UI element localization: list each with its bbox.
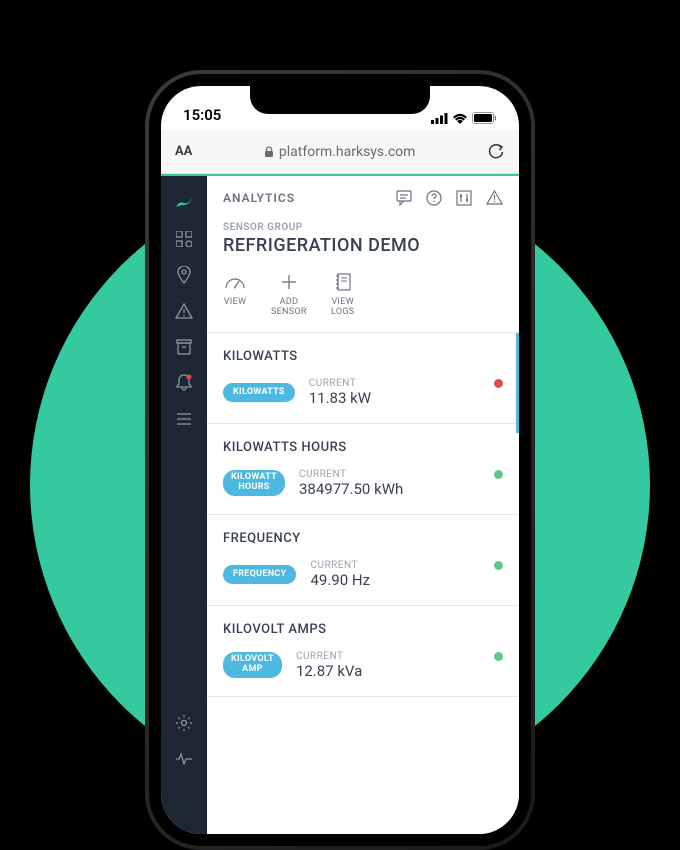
- sensor-tag: FREQUENCY: [223, 565, 296, 584]
- archive-icon[interactable]: [169, 332, 199, 362]
- sensor-tag: KILOWATTS: [223, 383, 295, 402]
- battery-icon: [472, 112, 497, 124]
- sidebar: [161, 176, 207, 834]
- view-action[interactable]: VIEW: [223, 270, 247, 318]
- list-icon[interactable]: [169, 404, 199, 434]
- sensor-title: KILOVOLT AMPS: [223, 622, 503, 637]
- url-display[interactable]: platform.harksys.com: [264, 144, 416, 160]
- text-size-control[interactable]: AA: [175, 144, 192, 159]
- activity-icon[interactable]: [169, 744, 199, 774]
- sensor-title: KILOWATTS HOURS: [223, 440, 503, 455]
- sensor-card[interactable]: KILOWATTS KILOWATTS CURRENT 11.83 kW: [207, 333, 519, 424]
- logo-icon[interactable]: [169, 188, 199, 218]
- sensor-tag: KILOWATT HOURS: [223, 470, 285, 496]
- reload-icon[interactable]: [487, 143, 505, 161]
- controls-icon[interactable]: [456, 190, 472, 206]
- location-icon[interactable]: [169, 260, 199, 290]
- add-label: ADD SENSOR: [271, 298, 307, 318]
- app-content: ANALYTICS SENSOR GROUP REFRIGERATION DEM…: [161, 174, 519, 834]
- sensor-title: FREQUENCY: [223, 531, 503, 546]
- logs-icon: [331, 270, 355, 294]
- sensor-title: KILOWATTS: [223, 349, 503, 364]
- status-dot: [494, 561, 503, 570]
- wifi-icon: [452, 113, 468, 124]
- status-dot: [494, 379, 503, 388]
- reading-label: CURRENT: [309, 378, 371, 389]
- logs-label: VIEW LOGS: [331, 298, 354, 318]
- notification-icon[interactable]: [169, 368, 199, 398]
- group-label: SENSOR GROUP: [223, 222, 503, 233]
- sensor-tag: KILOVOLT AMP: [223, 652, 282, 678]
- help-icon[interactable]: [426, 190, 442, 206]
- reading-value: 384977.50 kWh: [299, 480, 403, 498]
- page-title: ANALYTICS: [223, 191, 295, 205]
- page-header: ANALYTICS: [207, 176, 519, 216]
- browser-bar: AA platform.harksys.com: [161, 130, 519, 174]
- settings-icon[interactable]: [169, 708, 199, 738]
- reading-value: 11.83 kW: [309, 389, 371, 407]
- view-logs-action[interactable]: VIEW LOGS: [331, 270, 355, 318]
- scroll-indicator: [516, 333, 519, 433]
- alert-icon[interactable]: [169, 296, 199, 326]
- phone-notch: [250, 86, 430, 114]
- phone-mockup: 15:05 AA platform.harksys.com: [145, 70, 535, 850]
- reading-label: CURRENT: [296, 651, 362, 662]
- gauge-icon: [223, 270, 247, 294]
- plus-icon: [277, 270, 301, 294]
- add-sensor-action[interactable]: ADD SENSOR: [271, 270, 307, 318]
- warning-icon[interactable]: [486, 190, 503, 205]
- group-section: SENSOR GROUP REFRIGERATION DEMO VIEW: [207, 216, 519, 333]
- lock-icon: [264, 146, 274, 158]
- status-dot: [494, 470, 503, 479]
- view-label: VIEW: [224, 298, 246, 308]
- status-time: 15:05: [183, 106, 221, 124]
- sensor-card[interactable]: KILOVOLT AMPS KILOVOLT AMP CURRENT 12.87…: [207, 606, 519, 697]
- url-text: platform.harksys.com: [279, 144, 416, 160]
- group-name: REFRIGERATION DEMO: [223, 235, 503, 256]
- sensor-card[interactable]: FREQUENCY FREQUENCY CURRENT 49.90 Hz: [207, 515, 519, 606]
- reading-value: 49.90 Hz: [310, 571, 370, 589]
- sensor-card[interactable]: KILOWATTS HOURS KILOWATT HOURS CURRENT 3…: [207, 424, 519, 515]
- status-icons: [431, 112, 497, 124]
- reading-label: CURRENT: [310, 560, 370, 571]
- main-panel: ANALYTICS SENSOR GROUP REFRIGERATION DEM…: [207, 176, 519, 834]
- status-dot: [494, 652, 503, 661]
- reading-value: 12.87 kVa: [296, 662, 362, 680]
- chat-icon[interactable]: [396, 190, 412, 206]
- dashboard-icon[interactable]: [169, 224, 199, 254]
- reading-label: CURRENT: [299, 469, 403, 480]
- signal-icon: [431, 113, 448, 124]
